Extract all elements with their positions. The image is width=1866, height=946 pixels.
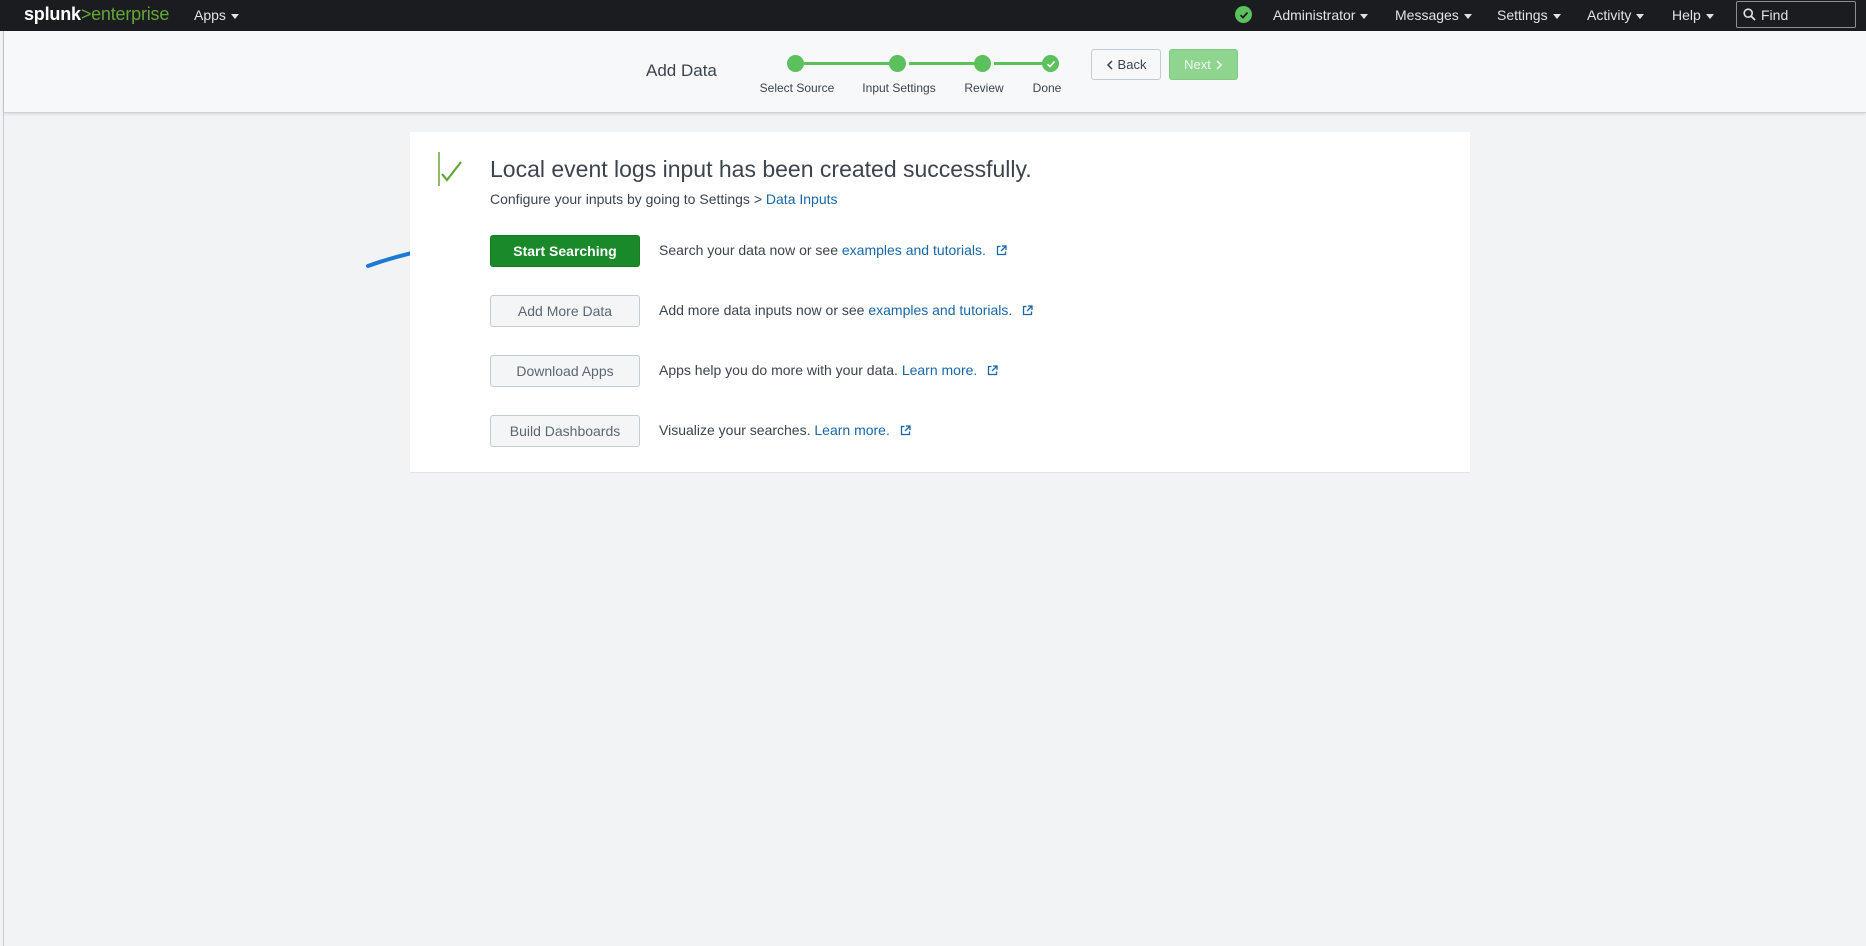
- step-label-input-settings: Input Settings: [862, 81, 936, 95]
- page-left-border: [3, 31, 4, 946]
- step-label-done: Done: [1032, 81, 1062, 95]
- caret-down-icon: [1636, 13, 1645, 19]
- success-card: Local event logs input has been created …: [410, 132, 1470, 473]
- external-link-icon[interactable]: [900, 425, 911, 436]
- step-dot-input-settings: [889, 55, 906, 72]
- learn-more-link[interactable]: Learn more.: [814, 422, 889, 438]
- chevron-right-icon: [1216, 59, 1222, 70]
- step-dot-review: [974, 55, 991, 72]
- examples-tutorials-link[interactable]: examples and tutorials.: [868, 302, 1012, 318]
- data-inputs-link[interactable]: Data Inputs: [766, 191, 838, 207]
- step-connector: [804, 62, 894, 65]
- action-row-download-apps: Download Apps Apps help you do more with…: [490, 355, 1190, 387]
- action-row-build-dashboards: Build Dashboards Visualize your searches…: [490, 415, 1190, 447]
- download-apps-button[interactable]: Download Apps: [490, 355, 640, 387]
- splunk-logo[interactable]: splunk>enterprise: [24, 4, 169, 25]
- examples-tutorials-link[interactable]: examples and tutorials.: [842, 242, 986, 258]
- chevron-left-icon: [1106, 59, 1113, 70]
- configure-inputs-text: Configure your inputs by going to Settin…: [490, 191, 838, 207]
- check-icon: [1046, 60, 1055, 68]
- apps-menu[interactable]: Apps: [194, 7, 239, 23]
- caret-down-icon: [230, 13, 239, 19]
- external-link-icon[interactable]: [1022, 305, 1033, 316]
- success-check-icon: [438, 152, 462, 186]
- caret-down-icon: [1360, 13, 1369, 19]
- search-icon: [1743, 8, 1756, 21]
- find-placeholder: Find: [1761, 7, 1789, 23]
- start-searching-button[interactable]: Start Searching: [490, 235, 640, 267]
- caret-down-icon: [1705, 13, 1714, 19]
- learn-more-link[interactable]: Learn more.: [902, 362, 977, 378]
- top-nav-bar: splunk>enterprise Apps Administrator Mes…: [0, 0, 1866, 31]
- caret-down-icon: [1552, 13, 1561, 19]
- step-dot-done: [1042, 55, 1059, 72]
- add-data-header: Add Data Select Source Input Settings Re…: [4, 31, 1866, 113]
- messages-menu[interactable]: Messages: [1395, 7, 1472, 23]
- find-input[interactable]: Find: [1736, 1, 1856, 28]
- build-dashboards-button[interactable]: Build Dashboards: [490, 415, 640, 447]
- next-button[interactable]: Next: [1169, 49, 1238, 80]
- step-label-review: Review: [964, 81, 1004, 95]
- settings-menu[interactable]: Settings: [1497, 7, 1561, 23]
- caret-down-icon: [1463, 13, 1472, 19]
- help-menu[interactable]: Help: [1672, 7, 1714, 23]
- page-title: Add Data: [646, 61, 717, 80]
- health-status-icon[interactable]: [1235, 6, 1252, 23]
- administrator-menu[interactable]: Administrator: [1273, 7, 1369, 23]
- external-link-icon[interactable]: [987, 365, 998, 376]
- step-connector: [909, 62, 979, 65]
- step-label-select-source: Select Source: [759, 81, 835, 95]
- activity-menu[interactable]: Activity: [1587, 7, 1645, 23]
- step-connector: [994, 62, 1049, 65]
- back-button[interactable]: Back: [1091, 49, 1161, 80]
- action-row-start-searching: Start Searching Search your data now or …: [490, 235, 1190, 267]
- success-title: Local event logs input has been created …: [490, 156, 1032, 182]
- step-dot-select-source: [787, 55, 804, 72]
- action-row-add-more-data: Add More Data Add more data inputs now o…: [490, 295, 1190, 327]
- add-more-data-button[interactable]: Add More Data: [490, 295, 640, 327]
- external-link-icon[interactable]: [996, 245, 1007, 256]
